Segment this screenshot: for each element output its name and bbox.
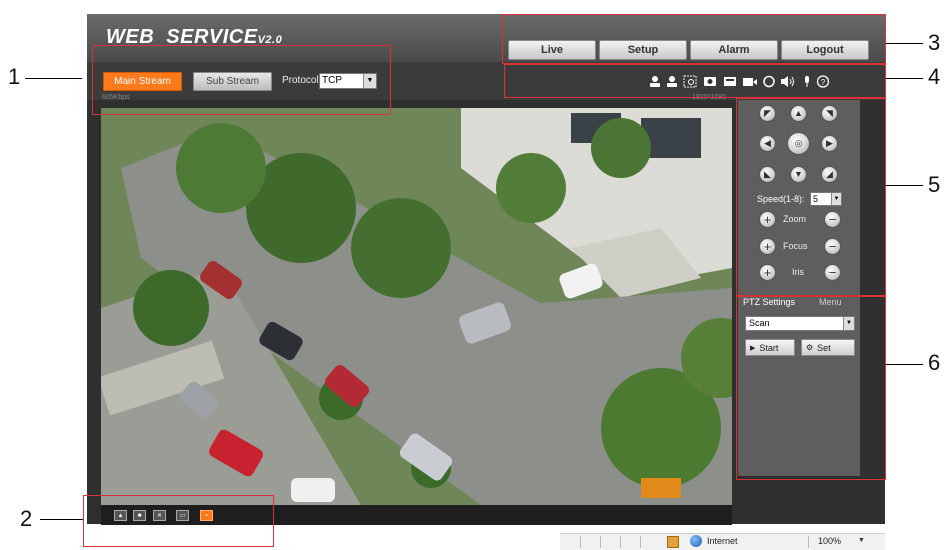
callout-box-5 xyxy=(736,98,886,296)
globe-icon xyxy=(690,535,702,547)
status-divider xyxy=(600,536,601,548)
callout-number-4: 4 xyxy=(928,64,941,89)
security-icon xyxy=(667,536,679,548)
callout-box-3 xyxy=(502,14,886,64)
callout-line-2 xyxy=(40,519,83,520)
status-divider xyxy=(620,536,621,548)
status-divider xyxy=(808,536,809,548)
callout-line-4 xyxy=(886,78,923,79)
callout-box-2 xyxy=(83,495,274,547)
callout-number-5: 5 xyxy=(928,172,941,197)
callout-number-2: 2 xyxy=(20,506,33,531)
callout-box-1 xyxy=(92,45,391,115)
callout-line-1 xyxy=(25,78,82,79)
callout-box-4 xyxy=(504,64,886,98)
callout-number-6: 6 xyxy=(928,350,941,375)
callout-line-6 xyxy=(886,364,923,365)
callout-number-3: 3 xyxy=(928,30,941,55)
status-divider xyxy=(580,536,581,548)
callout-line-5 xyxy=(886,185,923,186)
live-video-feed[interactable] xyxy=(101,108,732,505)
callout-number-1: 1 xyxy=(8,64,21,89)
callout-line-3 xyxy=(886,43,923,44)
zoom-level[interactable]: 100% xyxy=(818,536,841,546)
video-scene xyxy=(101,108,732,505)
zone-label: Internet xyxy=(707,536,738,546)
chevron-down-icon[interactable]: ▼ xyxy=(858,537,865,544)
callout-box-6 xyxy=(736,296,886,480)
status-divider xyxy=(640,536,641,548)
